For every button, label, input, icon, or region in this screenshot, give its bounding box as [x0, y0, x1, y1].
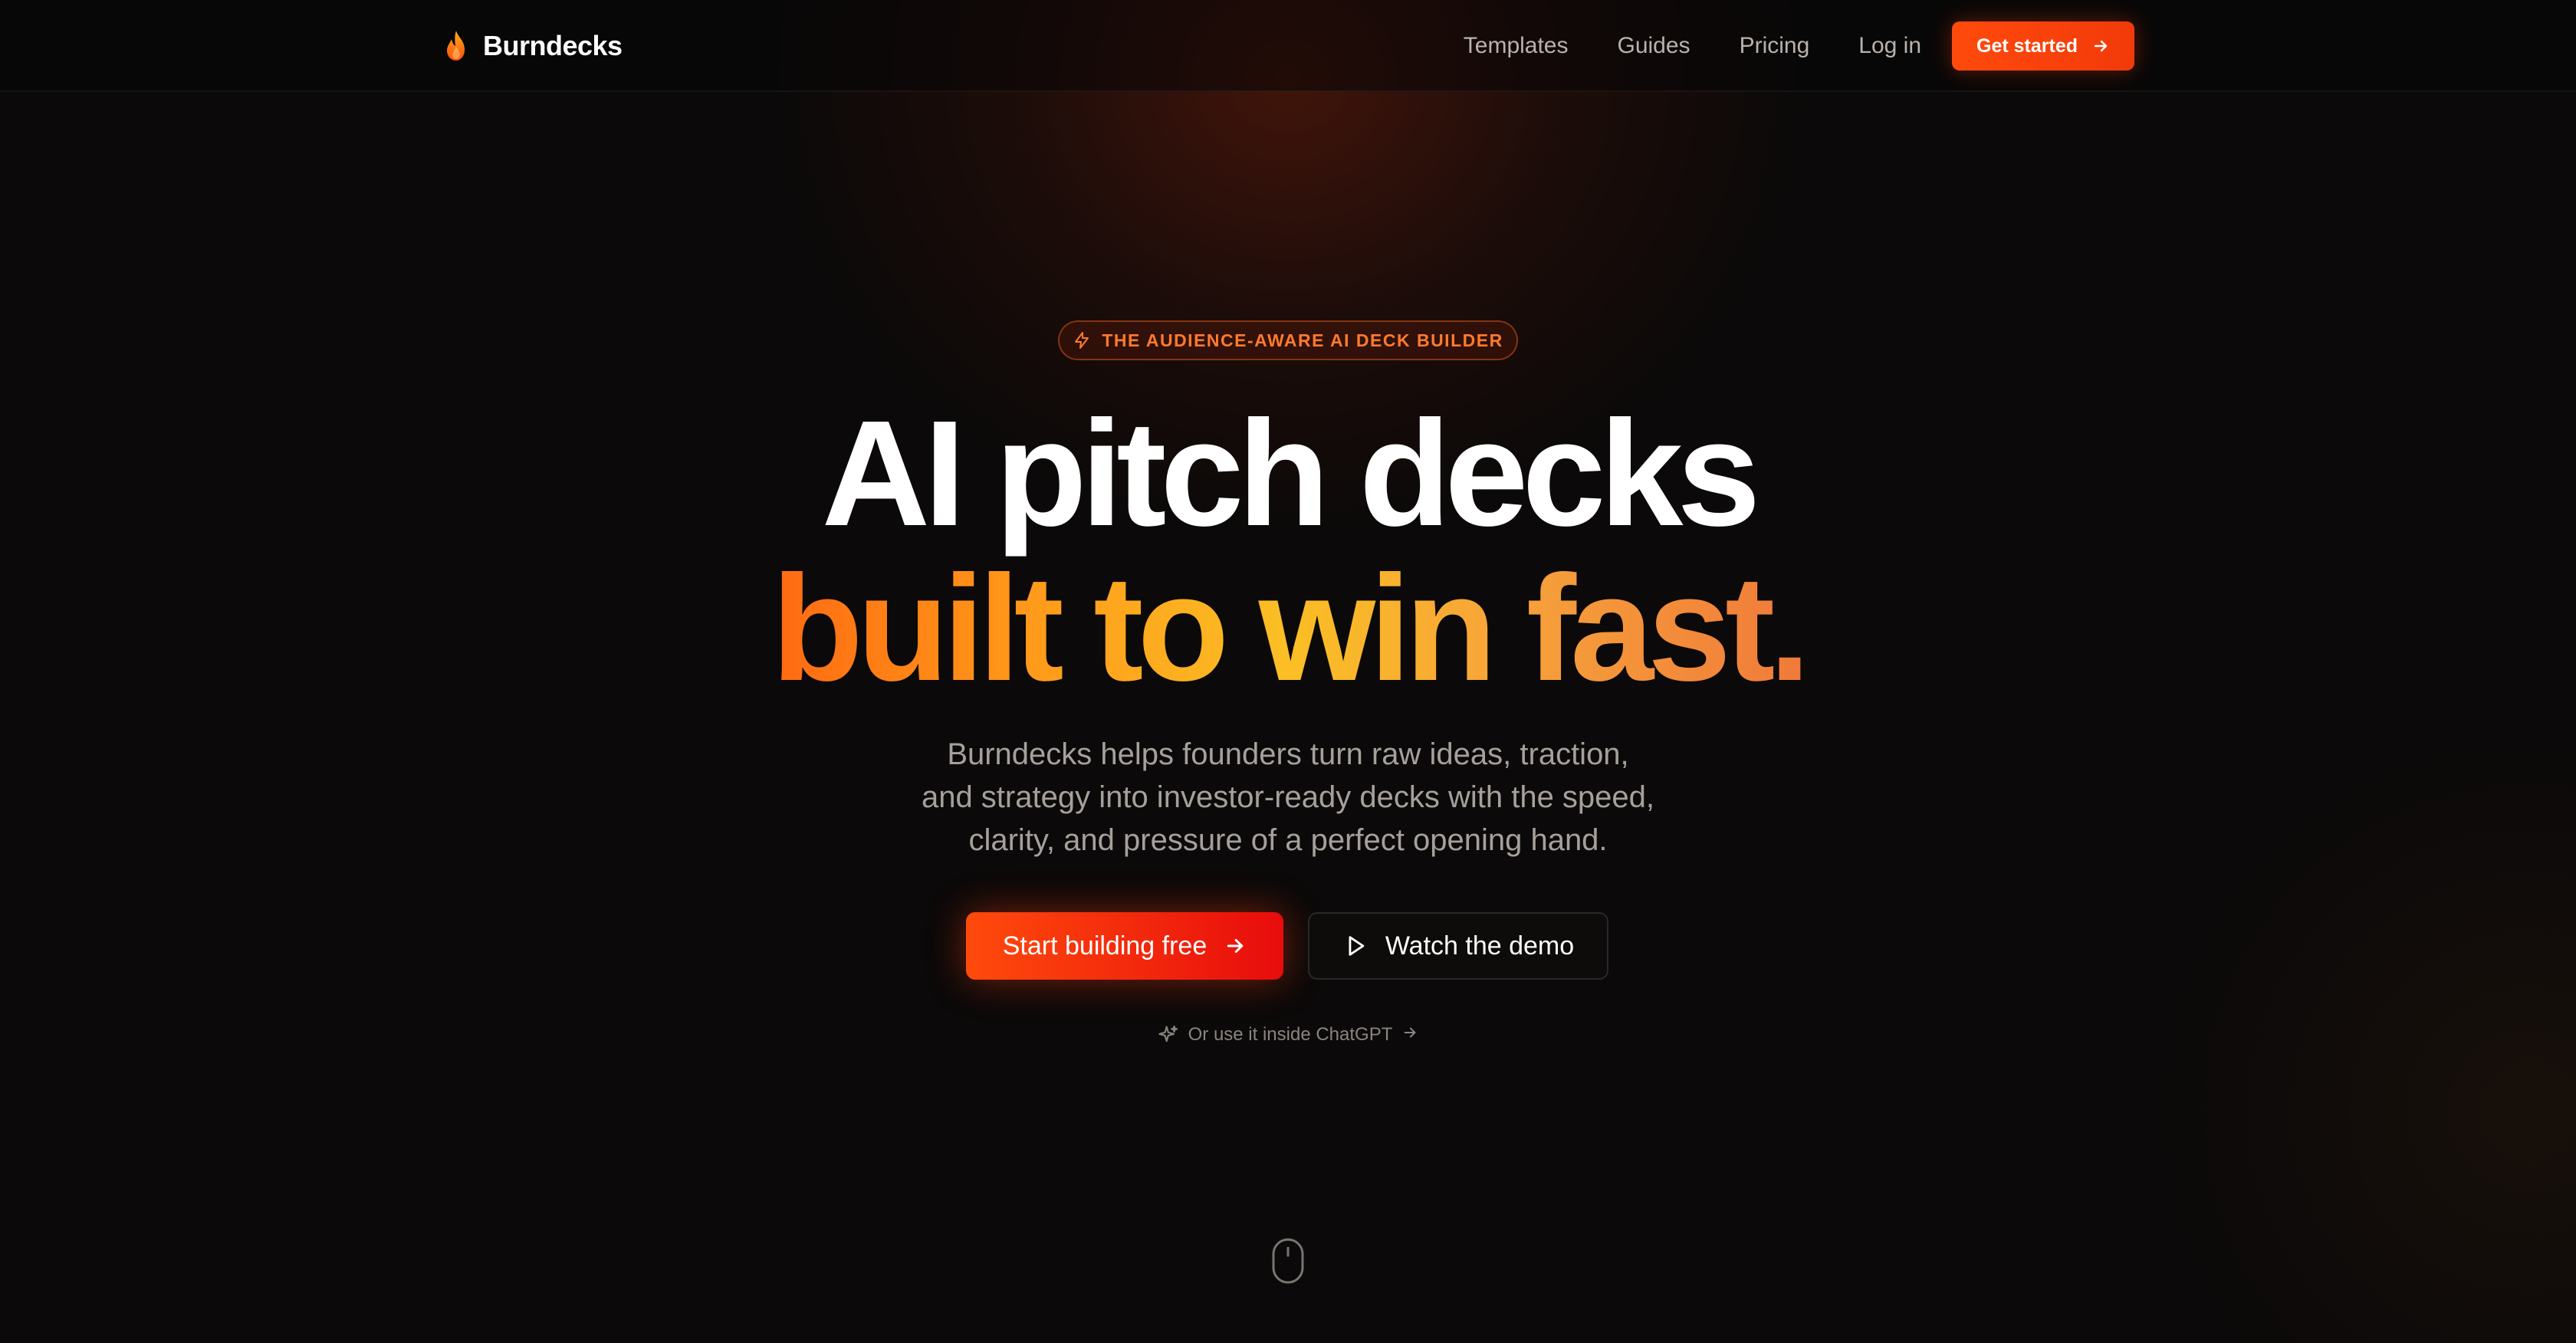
nav-guides[interactable]: Guides [1618, 33, 1691, 59]
sparkle-icon [1158, 1025, 1178, 1043]
nav-pricing[interactable]: Pricing [1740, 33, 1810, 59]
get-started-button[interactable]: Get started [1952, 21, 2134, 71]
headline-line-1: AI pitch decks [821, 389, 1761, 557]
play-icon [1349, 936, 1365, 956]
hero-subtitle: Burndecks helps founders turn raw ideas,… [843, 733, 1733, 862]
brand-logo[interactable]: Burndecks [443, 23, 623, 69]
start-building-label: Start building free [1002, 931, 1208, 960]
arrow-right-icon [2094, 40, 2108, 52]
hero-badge-text: THE AUDIENCE-AWARE AI DECK BUILDER [1102, 330, 1503, 350]
nav-templates[interactable]: Templates [1464, 33, 1569, 59]
hero-cta-row: Start building free Watch the demo [966, 912, 1608, 980]
brand-name: Burndecks [483, 30, 623, 61]
landing-page: Burndecks Templates Guides Pricing Log i… [0, 0, 2576, 1343]
mouse-scroll-icon [1272, 1238, 1304, 1284]
headline-line-2: built to win fast. [771, 544, 1811, 712]
headline-line-2-wrapper: built to win fast. [0, 553, 2576, 714]
arrow-right-icon [1227, 939, 1244, 953]
flame-icon [447, 31, 465, 61]
get-started-label: Get started [1976, 34, 2078, 57]
arrow-right-icon [1404, 1026, 1416, 1038]
chatgpt-link[interactable]: Or use it inside ChatGPT [1150, 1021, 1426, 1049]
subtitle-line-1: Burndecks helps founders turn raw ideas,… [947, 737, 1629, 771]
main-nav: Templates Guides Pricing Log in Get star… [1464, 21, 2134, 71]
start-building-button[interactable]: Start building free [966, 912, 1283, 980]
chatgpt-link-label: Or use it inside ChatGPT [1188, 1024, 1393, 1045]
watch-demo-button[interactable]: Watch the demo [1308, 912, 1608, 980]
subtitle-line-2: and strategy into investor-ready decks w… [921, 780, 1655, 814]
hero-badge: THE AUDIENCE-AWARE AI DECK BUILDER [1058, 320, 1518, 360]
subtitle-line-3: clarity, and pressure of a perfect openi… [968, 823, 1608, 857]
chatgpt-arrow [1401, 1024, 1418, 1046]
watch-demo-label: Watch the demo [1385, 931, 1575, 960]
lightning-icon [1075, 332, 1089, 349]
scroll-indicator[interactable] [1271, 1237, 1305, 1285]
hero-headline: AI pitch decks built to win fast. [0, 399, 2576, 714]
site-header: Burndecks Templates Guides Pricing Log i… [0, 0, 2576, 92]
nav-login[interactable]: Log in [1858, 33, 1921, 59]
